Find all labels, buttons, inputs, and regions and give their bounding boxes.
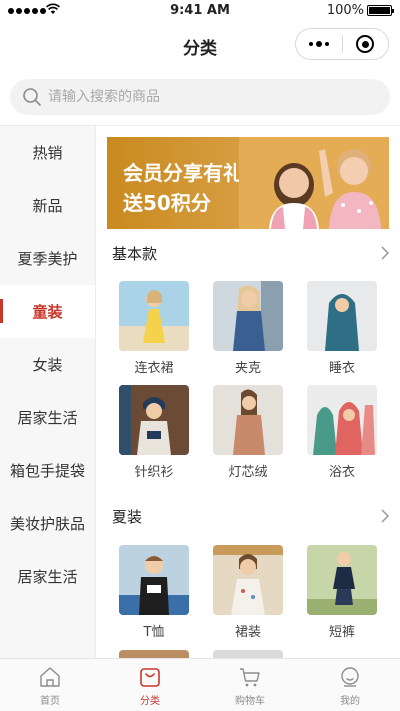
more-options-button[interactable] [296, 41, 342, 47]
category-tile-tshirt[interactable]: T恤 [107, 545, 201, 640]
chevron-right-icon [381, 246, 390, 260]
cart-icon [240, 668, 260, 687]
product-grid-basics: 连衣裙 夹克 睡衣 针织衫 灯芯绒 浴衣 [107, 281, 389, 480]
sidebar-item-bags[interactable]: 箱包手提袋 [0, 444, 95, 497]
sidebar-item-cosmetics[interactable]: 美妆护肤品 [0, 497, 95, 550]
banner-subline: 送50积分 [123, 191, 211, 215]
sidebar-item-womens[interactable]: 女装 [0, 338, 95, 391]
category-tile-jacket[interactable]: 夹克 [201, 281, 295, 376]
category-label: 连衣裙 [134, 361, 174, 376]
category-tile-partial[interactable] [201, 650, 295, 658]
shorts-thumbnail [307, 545, 377, 615]
knitwear-thumbnail [119, 385, 189, 455]
category-tile-corduroy[interactable]: 灯芯绒 [201, 385, 295, 480]
battery-icon [367, 5, 394, 16]
product-grid-next-row [107, 650, 389, 658]
search-icon [23, 88, 41, 106]
category-label: T恤 [143, 625, 165, 640]
sidebar-item-home-living-2[interactable]: 居家生活 [0, 550, 95, 603]
banner-kids-photo [239, 137, 389, 229]
category-tile-partial[interactable] [107, 650, 201, 658]
category-tile-pajamas[interactable]: 睡衣 [295, 281, 389, 376]
promo-banner[interactable]: 会员分享有礼 送50积分 [107, 137, 389, 229]
category-sidebar: 热销 新品 夏季美护 童装 女装 居家生活 箱包手提袋 美妆护肤品 居家生活 [0, 126, 96, 658]
section-title: 夏装 [112, 507, 143, 526]
home-icon [40, 667, 60, 687]
tab-label: 我的 [340, 696, 360, 707]
product-grid-summer: T恤 裙装 短裤 [107, 545, 389, 640]
dress-thumbnail [119, 281, 189, 351]
tab-label: 分类 [140, 696, 160, 707]
jacket-thumbnail [213, 281, 283, 351]
sidebar-item-hot[interactable]: 热销 [0, 126, 95, 179]
section-header-basics[interactable]: 基本款 [112, 241, 390, 265]
pajamas-thumbnail [307, 281, 377, 351]
bottom-tab-bar: 首页 分类 购物车 我的 [0, 658, 400, 711]
category-label: 夹克 [234, 361, 261, 376]
tab-label: 首页 [40, 696, 60, 707]
partial-thumbnail [119, 650, 189, 658]
sidebar-item-new[interactable]: 新品 [0, 179, 95, 232]
category-label: 灯芯绒 [228, 465, 268, 480]
category-tile-skirt[interactable]: 裙装 [201, 545, 295, 640]
tab-label: 购物车 [235, 696, 265, 707]
sidebar-item-kids-clothing[interactable]: 童装 [0, 285, 95, 338]
category-tile-knitwear[interactable]: 针织衫 [107, 385, 201, 480]
tab-cart[interactable]: 购物车 [200, 659, 300, 711]
chevron-right-icon [381, 509, 390, 523]
banner-headline: 会员分享有礼 [123, 161, 243, 185]
mini-program-capsule [295, 28, 389, 60]
category-icon [140, 668, 160, 687]
category-label: 针织衫 [134, 465, 174, 480]
battery-percent: 100% [326, 3, 364, 18]
sidebar-item-summer-care[interactable]: 夏季美护 [0, 232, 95, 285]
skirt-thumbnail [213, 545, 283, 615]
category-content: 会员分享有礼 送50积分 基本款 连衣裙 夹克 睡衣 针织衫 灯芯绒 浴衣 夏装… [96, 126, 400, 658]
bathrobe-thumbnail [307, 385, 377, 455]
category-tile-bathrobe[interactable]: 浴衣 [295, 385, 389, 480]
tab-home[interactable]: 首页 [0, 659, 100, 711]
close-mini-program-button[interactable] [342, 35, 388, 53]
search-input[interactable] [48, 89, 368, 105]
status-bar: 9:41 AM 100% [0, 0, 400, 22]
category-tile-shorts[interactable]: 短裤 [295, 545, 389, 640]
category-label: 浴衣 [328, 465, 355, 480]
navigation-bar: 分类 [0, 22, 400, 66]
section-header-summer[interactable]: 夏装 [112, 504, 390, 528]
corduroy-thumbnail [213, 385, 283, 455]
search-bar-container [0, 66, 400, 126]
tshirt-thumbnail [119, 545, 189, 615]
category-label: 短裤 [328, 625, 355, 640]
search-bar[interactable] [10, 79, 390, 115]
target-icon [356, 35, 375, 53]
section-title: 基本款 [112, 244, 158, 263]
tab-category[interactable]: 分类 [100, 659, 200, 711]
category-label: 裙装 [234, 625, 261, 640]
tab-profile[interactable]: 我的 [300, 659, 400, 711]
partial-thumbnail [213, 650, 283, 658]
sidebar-item-home-living[interactable]: 居家生活 [0, 391, 95, 444]
category-label: 睡衣 [328, 361, 355, 376]
category-tile-dress[interactable]: 连衣裙 [107, 281, 201, 376]
profile-icon [341, 667, 359, 687]
